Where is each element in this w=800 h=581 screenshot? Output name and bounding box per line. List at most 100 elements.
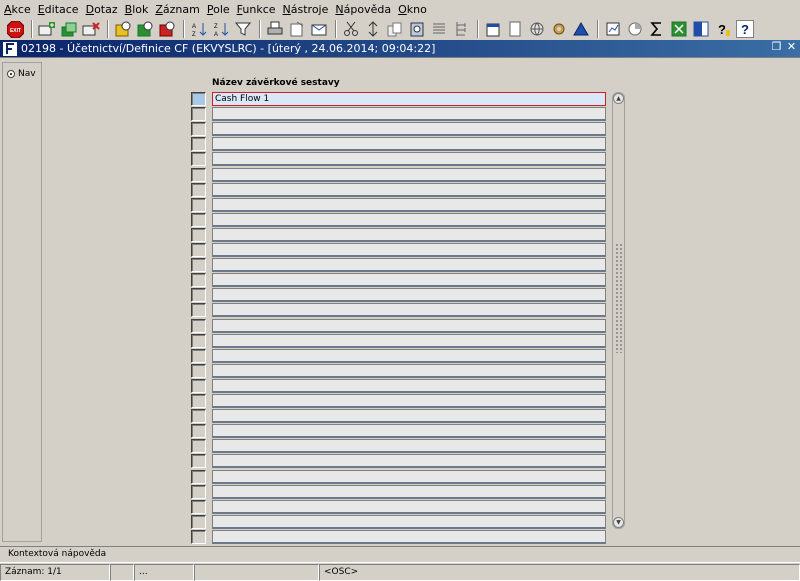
report-name-field[interactable] xyxy=(212,168,606,182)
globe-button[interactable] xyxy=(528,20,546,38)
excel-button[interactable] xyxy=(670,20,688,38)
scroll-down-icon[interactable]: ▼ xyxy=(613,517,624,528)
settings-button[interactable] xyxy=(550,20,568,38)
sort-desc-button[interactable]: ZA xyxy=(212,20,230,38)
report-name-field[interactable] xyxy=(212,409,606,423)
row-selector[interactable] xyxy=(191,515,206,529)
menu-akce[interactable]: Akce xyxy=(4,3,35,16)
menu-okno[interactable]: Okno xyxy=(398,3,431,16)
row-selector[interactable] xyxy=(191,454,206,468)
report-button[interactable] xyxy=(604,20,622,38)
row-selector[interactable] xyxy=(191,485,206,499)
report-name-field[interactable] xyxy=(212,334,606,348)
report-name-field[interactable] xyxy=(212,349,606,363)
row-selector[interactable] xyxy=(191,394,206,408)
menu-blok[interactable]: Blok xyxy=(125,3,153,16)
menu-editace[interactable]: Editace xyxy=(38,3,83,16)
row-selector[interactable] xyxy=(191,122,206,136)
row-selector[interactable] xyxy=(191,530,206,544)
report-name-field[interactable] xyxy=(212,213,606,227)
query-cancel-button[interactable] xyxy=(158,20,176,38)
menu-pole[interactable]: Pole xyxy=(207,3,234,16)
cut-button[interactable] xyxy=(342,20,360,38)
scroll-thumb[interactable] xyxy=(615,243,622,353)
list-button[interactable] xyxy=(430,20,448,38)
report-name-field[interactable] xyxy=(212,394,606,408)
report-name-field[interactable] xyxy=(212,500,606,514)
row-selector[interactable] xyxy=(191,334,206,348)
report-name-field[interactable] xyxy=(212,228,606,242)
copy-button[interactable] xyxy=(386,20,404,38)
calendar-button[interactable] xyxy=(484,20,502,38)
export-button[interactable] xyxy=(288,20,306,38)
row-selector[interactable] xyxy=(191,107,206,121)
row-selector[interactable] xyxy=(191,500,206,514)
word-button[interactable] xyxy=(692,20,710,38)
report-name-field[interactable] xyxy=(212,515,606,529)
row-selector[interactable] xyxy=(191,303,206,317)
row-selector[interactable] xyxy=(191,349,206,363)
report-name-field[interactable] xyxy=(212,424,606,438)
report-name-field[interactable] xyxy=(212,183,606,197)
context-help-button[interactable]: ? xyxy=(736,20,754,38)
duplicate-record-button[interactable] xyxy=(60,20,78,38)
menu-zaznam[interactable]: Záznam xyxy=(155,3,204,16)
row-selector[interactable] xyxy=(191,243,206,257)
report-name-field[interactable] xyxy=(212,258,606,272)
menu-napoveda[interactable]: Nápověda xyxy=(335,3,395,16)
row-selector[interactable] xyxy=(191,137,206,151)
report-name-field[interactable]: Cash Flow 1 xyxy=(212,92,606,106)
row-selector[interactable] xyxy=(191,168,206,182)
row-selector[interactable] xyxy=(191,424,206,438)
tree-button[interactable] xyxy=(452,20,470,38)
menu-dotaz[interactable]: Dotaz xyxy=(86,3,122,16)
row-selector[interactable] xyxy=(191,319,206,333)
report-name-field[interactable] xyxy=(212,107,606,121)
delete-record-button[interactable] xyxy=(82,20,100,38)
mail-button[interactable] xyxy=(310,20,328,38)
report-name-field[interactable] xyxy=(212,319,606,333)
report-name-field[interactable] xyxy=(212,288,606,302)
document-button[interactable] xyxy=(506,20,524,38)
report-name-field[interactable] xyxy=(212,530,606,544)
report-name-field[interactable] xyxy=(212,122,606,136)
row-selector[interactable] xyxy=(191,183,206,197)
report-name-field[interactable] xyxy=(212,439,606,453)
query-execute-button[interactable] xyxy=(136,20,154,38)
row-selector[interactable] xyxy=(191,409,206,423)
row-selector[interactable] xyxy=(191,228,206,242)
report-name-field[interactable] xyxy=(212,273,606,287)
scroll-up-icon[interactable]: ▲ xyxy=(613,93,624,104)
row-selector[interactable] xyxy=(191,258,206,272)
close-icon[interactable]: ✕ xyxy=(786,41,797,52)
warning-button[interactable] xyxy=(572,20,590,38)
sort-asc-button[interactable]: AZ xyxy=(190,20,208,38)
report-name-field[interactable] xyxy=(212,152,606,166)
row-selector[interactable] xyxy=(191,288,206,302)
row-selector[interactable] xyxy=(191,470,206,484)
report-name-field[interactable] xyxy=(212,454,606,468)
clipboard-button[interactable] xyxy=(408,20,426,38)
report-name-field[interactable] xyxy=(212,379,606,393)
row-selector[interactable] xyxy=(191,273,206,287)
chart-button[interactable] xyxy=(626,20,644,38)
row-selector[interactable] xyxy=(191,198,206,212)
report-name-field[interactable] xyxy=(212,303,606,317)
menu-funkce[interactable]: Funkce xyxy=(237,3,280,16)
help-button[interactable]: ? xyxy=(714,20,732,38)
report-name-field[interactable] xyxy=(212,364,606,378)
restore-icon[interactable]: ❐ xyxy=(771,41,782,52)
nav-radio[interactable]: Nav xyxy=(7,69,36,79)
row-selector[interactable] xyxy=(191,379,206,393)
row-selector[interactable] xyxy=(191,92,206,106)
query-enter-button[interactable] xyxy=(114,20,132,38)
report-name-field[interactable] xyxy=(212,485,606,499)
row-selector[interactable] xyxy=(191,364,206,378)
print-button[interactable] xyxy=(266,20,284,38)
report-name-field[interactable] xyxy=(212,137,606,151)
exit-button[interactable]: EXIT xyxy=(6,20,24,38)
row-selector[interactable] xyxy=(191,213,206,227)
vertical-scrollbar[interactable]: ▲ ▼ xyxy=(612,92,625,529)
report-name-field[interactable] xyxy=(212,198,606,212)
report-name-field[interactable] xyxy=(212,243,606,257)
